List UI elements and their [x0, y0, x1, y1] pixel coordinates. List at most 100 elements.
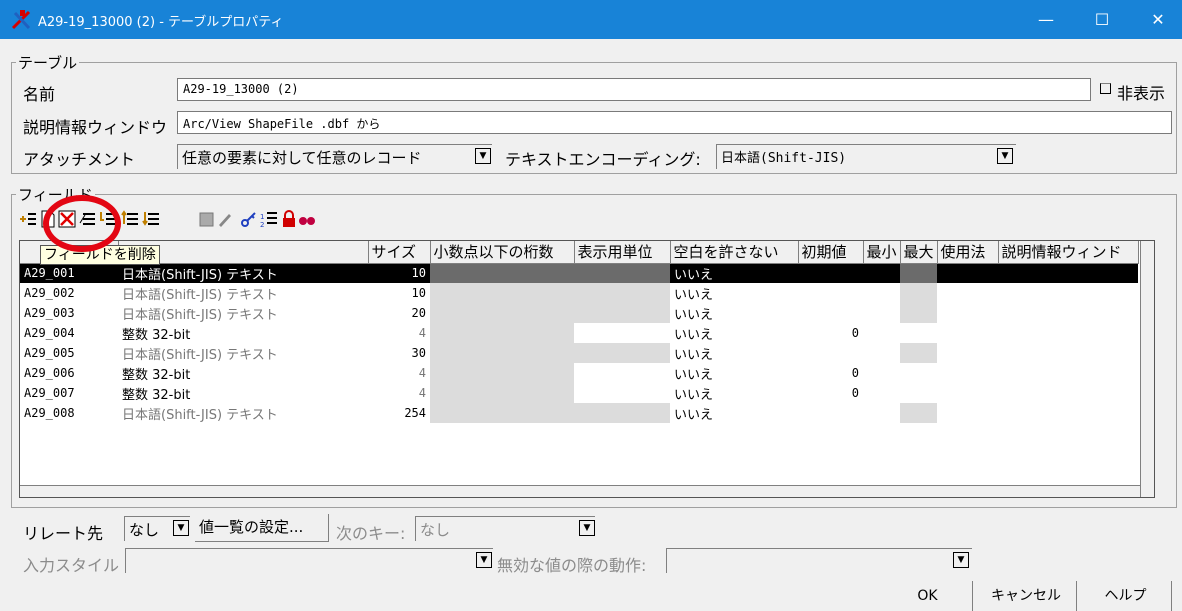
field-name: A29_001 [20, 263, 118, 283]
vertical-scrollbar[interactable] [1140, 241, 1154, 497]
attachment-dropdown-icon[interactable]: ▼ [475, 148, 491, 164]
fields-table[interactable]: サイズ 小数点以下の桁数 表示用単位 空白を許さない 初期値 最小 最大 使用法… [19, 240, 1155, 498]
svg-text:1: 1 [260, 213, 264, 221]
description-input[interactable]: Arc/View ShapeFile .dbf から [177, 111, 1172, 134]
lock-icon[interactable] [280, 210, 298, 228]
field-description [998, 303, 1138, 323]
field-description [998, 263, 1139, 283]
invalid-action-label: 無効な値の際の動作: [497, 556, 647, 575]
field-default: 0 [851, 386, 859, 400]
name-label: 名前 [23, 85, 56, 104]
field-name: A29_008 [24, 406, 75, 420]
field-min [863, 323, 900, 343]
field-name: A29_005 [24, 346, 75, 360]
next-key-dropdown-icon[interactable]: ▼ [579, 520, 595, 536]
table-row[interactable]: A29_007 整数 32-bit 4 いいえ 0 [20, 383, 1138, 403]
table-row[interactable]: A29_005 日本語(Shift-JIS) テキスト 30 いいえ [20, 343, 1138, 363]
binoculars-icon[interactable] [298, 210, 316, 228]
invalid-action-dropdown-icon[interactable]: ▼ [953, 552, 969, 568]
sort-list-icon[interactable]: 12 [260, 210, 278, 228]
ok-button[interactable]: OK [883, 581, 973, 611]
edit-pencil-icon[interactable] [216, 210, 234, 228]
help-button[interactable]: ヘルプ [1080, 581, 1172, 611]
field-units [574, 403, 670, 423]
hidden-checkbox[interactable] [1100, 83, 1111, 94]
field-type: 整数 32-bit [122, 367, 191, 383]
move-down-field-icon[interactable] [142, 210, 160, 228]
encoding-select[interactable]: 日本語(Shift-JIS) [716, 144, 1016, 169]
encoding-dropdown-icon[interactable]: ▼ [997, 148, 1013, 164]
name-input[interactable]: A29-19_13000 (2) [177, 78, 1091, 101]
field-size: 4 [418, 326, 426, 340]
field-type: 日本語(Shift-JIS) テキスト [122, 287, 278, 303]
horizontal-scrollbar[interactable] [20, 485, 1154, 497]
col-min[interactable]: 最小 [863, 241, 901, 264]
field-name: A29_007 [24, 386, 75, 400]
input-style-dropdown-icon[interactable]: ▼ [476, 552, 492, 568]
field-usage [937, 363, 998, 383]
field-units [574, 343, 670, 363]
relate-value: なし [129, 521, 160, 539]
col-size[interactable]: サイズ [368, 241, 431, 264]
attachment-select[interactable]: 任意の要素に対して任意のレコード [177, 144, 492, 169]
field-min [863, 383, 900, 403]
field-default [798, 403, 863, 423]
table-row[interactable]: A29_006 整数 32-bit 4 いいえ 0 [20, 363, 1138, 383]
add-field-icon[interactable] [19, 210, 37, 228]
field-description [998, 403, 1138, 423]
field-max [900, 383, 937, 403]
col-default[interactable]: 初期値 [798, 241, 864, 264]
table-row[interactable]: A29_004 整数 32-bit 4 いいえ 0 [20, 323, 1138, 343]
col-usage[interactable]: 使用法 [937, 241, 999, 264]
input-style-select[interactable] [125, 548, 493, 573]
value-list-button[interactable]: 値一覧の設定... [195, 514, 329, 542]
field-not-null: いいえ [670, 263, 798, 283]
field-min [863, 363, 900, 383]
field-decimals [430, 303, 574, 323]
field-not-null: いいえ [674, 327, 714, 343]
table-row[interactable]: A29_003 日本語(Shift-JIS) テキスト 20 いいえ [20, 303, 1138, 323]
key-icon[interactable] [240, 210, 258, 228]
invalid-action-select[interactable] [666, 548, 972, 573]
cancel-button[interactable]: キャンセル [976, 581, 1077, 611]
table-row[interactable]: A29_008 日本語(Shift-JIS) テキスト 254 いいえ [20, 403, 1138, 423]
field-description [998, 283, 1138, 303]
next-key-select[interactable]: なし [415, 516, 595, 541]
field-type: 日本語(Shift-JIS) テキスト [122, 307, 278, 323]
relate-label: リレート先 [23, 524, 104, 543]
col-description[interactable]: 説明情報ウィンド [998, 241, 1139, 264]
col-max[interactable]: 最大 [900, 241, 938, 264]
field-default [798, 303, 863, 323]
table-icon[interactable] [198, 210, 216, 228]
field-type: 日本語(Shift-JIS) テキスト [122, 407, 278, 423]
field-name: A29_002 [24, 286, 75, 300]
col-not-null[interactable]: 空白を許さない [670, 241, 799, 264]
col-decimals[interactable]: 小数点以下の桁数 [430, 241, 575, 264]
move-up-field-icon[interactable] [121, 210, 139, 228]
maximize-button[interactable]: ☐ [1079, 0, 1125, 39]
description-label: 説明情報ウィンドウ [23, 118, 168, 137]
field-units [574, 383, 670, 403]
encoding-label: テキストエンコーディング: [505, 150, 701, 169]
table-row[interactable]: A29_001 日本語(Shift-JIS) テキスト 10 いいえ [20, 263, 1139, 283]
table-group-title: テーブル [16, 52, 80, 73]
field-max [900, 363, 937, 383]
field-decimals [430, 263, 574, 283]
field-default: 0 [851, 326, 859, 340]
field-size: 4 [418, 366, 426, 380]
highlight-circle [43, 195, 121, 252]
field-type: 日本語(Shift-JIS) テキスト [118, 263, 368, 283]
field-max [900, 263, 938, 283]
col-display-units[interactable]: 表示用単位 [574, 241, 671, 264]
field-default: 0 [851, 366, 859, 380]
field-decimals [430, 343, 574, 363]
relate-dropdown-icon[interactable]: ▼ [173, 520, 189, 536]
field-description [998, 363, 1138, 383]
field-min [863, 343, 900, 363]
field-units [574, 283, 670, 303]
field-name: A29_006 [24, 366, 75, 380]
minimize-button[interactable]: — [1023, 0, 1069, 39]
table-row[interactable]: A29_002 日本語(Shift-JIS) テキスト 10 いいえ [20, 283, 1138, 303]
close-button[interactable]: ✕ [1135, 0, 1181, 39]
field-decimals [430, 403, 574, 423]
